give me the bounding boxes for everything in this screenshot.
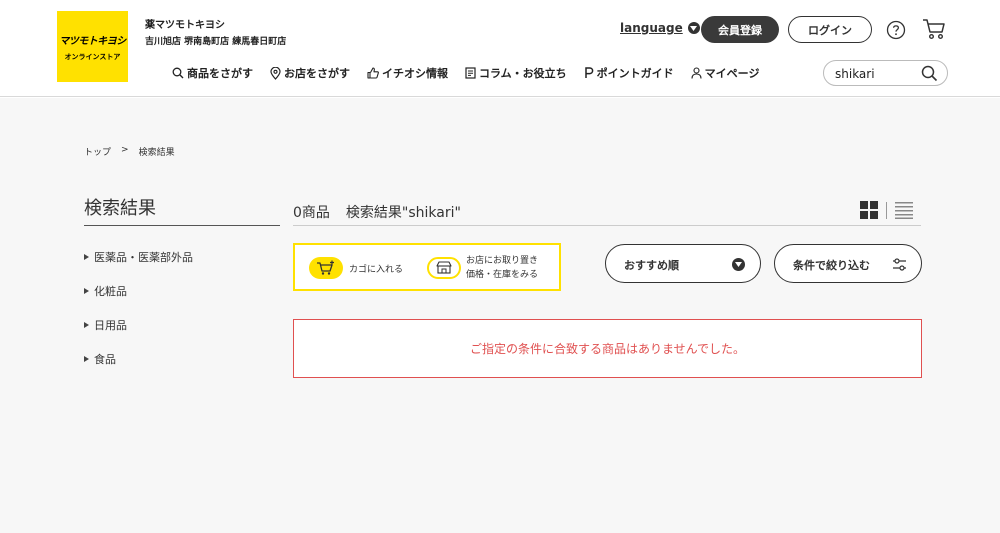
chevron-down-icon [687, 22, 700, 34]
login-button[interactable]: ログイン [788, 16, 872, 43]
store-name: 薬マツモトキヨシ [145, 20, 225, 31]
sort-label: おすすめ順 [624, 259, 679, 272]
category-item-food[interactable]: 食品 [84, 342, 193, 376]
category-list: 医薬品・医薬部外品 化粧品 日用品 食品 [84, 240, 193, 376]
search-icon[interactable] [921, 65, 938, 82]
list-view-icon[interactable] [895, 201, 913, 219]
thumbs-up-icon [367, 67, 379, 79]
nav-item-label: イチオシ情報 [382, 67, 448, 80]
nav-item-my-page[interactable]: マイページ [691, 65, 760, 81]
nav-item-label: コラム・お役立ち [479, 67, 567, 80]
no-results-message: ご指定の条件に合致する商品はありませんでした。 [469, 342, 746, 356]
store-list: 吉川旭店 堺南島町店 練馬春日町店 [145, 37, 287, 47]
filter-label: 条件で絞り込む [793, 259, 870, 272]
main-content: トップ > 検索結果 検索結果 医薬品・医薬部外品 化粧品 日用品 食品 0商品… [0, 98, 1000, 533]
nav-item-label: ポイントガイド [596, 67, 674, 80]
search-icon [172, 67, 184, 79]
category-item-medicine[interactable]: 医薬品・医薬部外品 [84, 240, 193, 274]
breadcrumb-separator: > [121, 145, 129, 155]
header-search [823, 60, 948, 86]
register-button[interactable]: 会員登録 [701, 16, 779, 43]
filter-button[interactable]: 条件で絞り込む [774, 244, 922, 283]
category-label: 医薬品・医薬部外品 [94, 251, 193, 264]
sidebar-divider [84, 225, 280, 226]
category-item-daily-goods[interactable]: 日用品 [84, 308, 193, 342]
category-label: 食品 [94, 353, 116, 366]
cart-icon[interactable] [922, 18, 946, 40]
legend-shop-line-1: お店にお取り置き [466, 256, 539, 266]
caret-right-icon [84, 322, 89, 328]
nav-item-label: マイページ [704, 67, 760, 80]
nav-item-columns[interactable]: コラム・お役立ち [465, 65, 567, 81]
breadcrumb-current: 検索結果 [138, 148, 175, 158]
logo-main-text: マツモトキヨシ [59, 35, 126, 47]
brand-logo[interactable]: マツモトキヨシ オンラインストア [57, 11, 128, 82]
caret-right-icon [84, 288, 89, 294]
add-to-cart-legend-icon [309, 257, 343, 279]
document-icon [465, 67, 476, 79]
selected-store-info[interactable]: 薬マツモトキヨシ 吉川旭店 堺南島町店 練馬春日町店 [145, 16, 286, 47]
main-nav: 商品をさがす お店をさがす イチオシ情報 コラム・お役立ち ポイントガイド マイ… [172, 65, 776, 81]
language-label: language [620, 21, 683, 35]
legend-shop-line-2: 価格・在庫をみる [466, 270, 539, 280]
sort-dropdown[interactable]: おすすめ順 [605, 244, 761, 283]
no-results-box: ご指定の条件に合致する商品はありませんでした。 [293, 319, 922, 378]
result-divider [293, 225, 921, 226]
category-label: 化粧品 [94, 285, 127, 298]
breadcrumb: トップ > 検索結果 [84, 145, 175, 158]
icon-legend: カゴに入れる お店にお取り置き 価格・在庫をみる [293, 243, 561, 291]
result-query: 検索結果"shikari" [345, 205, 461, 221]
site-header: マツモトキヨシ オンラインストア 薬マツモトキヨシ 吉川旭店 堺南島町店 練馬春… [0, 0, 1000, 97]
legend-cart-text: カゴに入れる [349, 265, 404, 275]
category-label: 日用品 [94, 319, 127, 332]
caret-right-icon [84, 356, 89, 362]
nav-item-label: お店をさがす [284, 67, 350, 80]
result-heading: 0商品 検索結果"shikari" [293, 202, 461, 222]
search-input[interactable] [835, 65, 921, 82]
caret-right-icon [84, 254, 89, 260]
nav-item-search-products[interactable]: 商品をさがす [172, 65, 253, 81]
help-icon[interactable] [886, 20, 906, 40]
nav-item-label: 商品をさがす [187, 67, 253, 80]
sidebar-title: 検索結果 [84, 198, 156, 219]
sliders-icon [893, 258, 906, 271]
nav-item-point-guide[interactable]: ポイントガイド [584, 65, 674, 81]
point-p-icon [584, 67, 593, 78]
nav-item-recommended[interactable]: イチオシ情報 [367, 65, 448, 81]
legend-shop-text: お店にお取り置き 価格・在庫をみる [466, 254, 538, 282]
grid-view-icon[interactable] [860, 201, 878, 219]
user-icon [691, 67, 702, 79]
chevron-down-icon [732, 258, 745, 271]
nav-item-find-store[interactable]: お店をさがす [270, 65, 350, 81]
view-toggle-divider [886, 202, 887, 219]
breadcrumb-home-link[interactable]: トップ [84, 145, 111, 158]
result-count: 0商品 [293, 205, 330, 221]
language-selector[interactable]: language [620, 21, 700, 35]
location-pin-icon [270, 66, 281, 80]
logo-sub-text: オンラインストア [64, 52, 121, 61]
store-pickup-legend-icon [427, 257, 461, 279]
category-item-cosmetics[interactable]: 化粧品 [84, 274, 193, 308]
